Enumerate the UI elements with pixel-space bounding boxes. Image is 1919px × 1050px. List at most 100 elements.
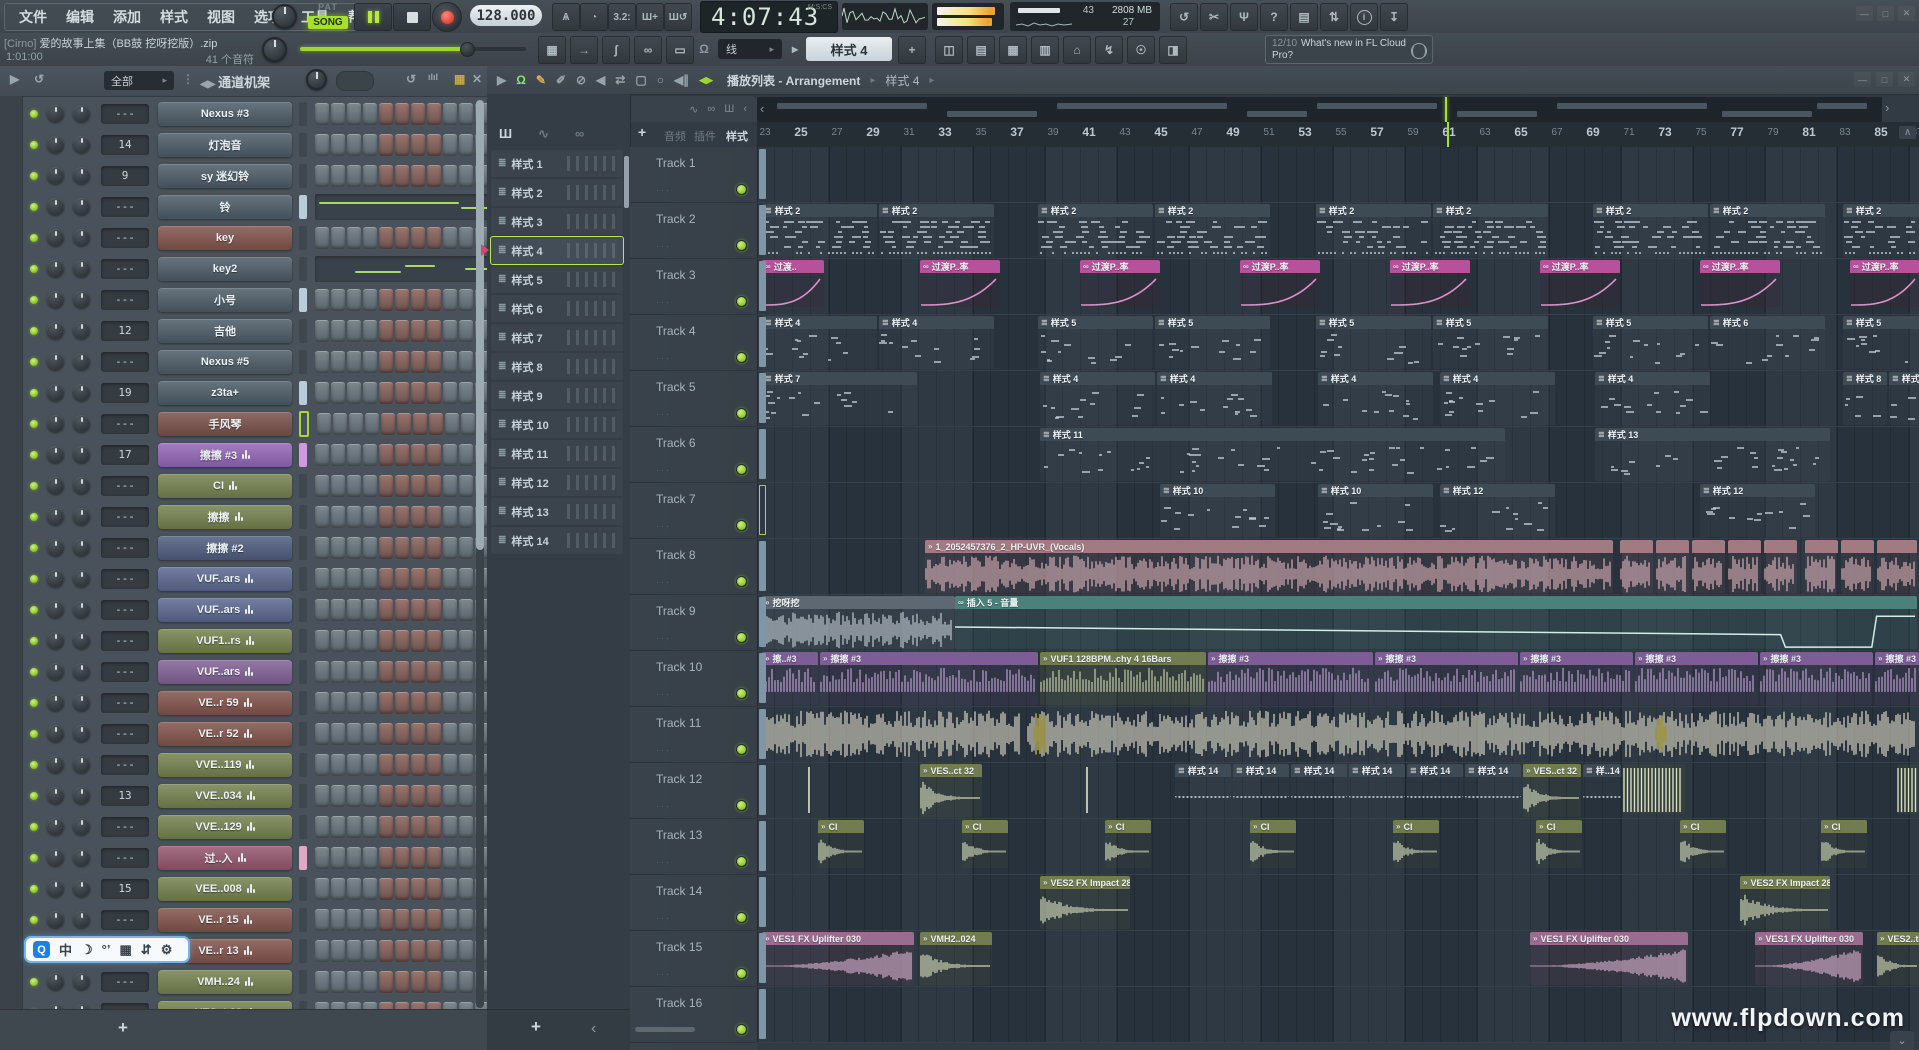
export-icon[interactable]: ↧ (1380, 3, 1408, 31)
scroll-up-icon[interactable]: ∧ (1899, 126, 1916, 139)
channel-target-box[interactable]: 19 (101, 383, 149, 403)
track-arm-icon[interactable] (736, 576, 747, 587)
pan-knob[interactable] (47, 601, 64, 618)
track-header[interactable]: Track 9··· (630, 595, 757, 651)
picker-add-button[interactable]: + (531, 1017, 541, 1037)
step-cell[interactable] (459, 568, 473, 590)
pan-knob[interactable] (47, 570, 64, 587)
step-cell[interactable] (331, 692, 345, 714)
automation-tab-icon[interactable]: ∞ (575, 126, 584, 142)
step-cell[interactable] (315, 444, 329, 466)
pattern-mini-icon[interactable]: Ш (724, 103, 734, 115)
news-banner[interactable]: 12/10What's new in FL Cloud Pro? (1265, 35, 1433, 64)
track-arm-icon[interactable] (736, 968, 747, 979)
step-cell[interactable] (331, 878, 345, 900)
step-cell[interactable] (411, 785, 425, 807)
track-color-strip[interactable] (759, 989, 766, 1039)
channel-led[interactable] (30, 730, 38, 738)
channel-select-strip[interactable] (299, 288, 307, 312)
volume-knob[interactable] (73, 694, 90, 711)
step-cell[interactable] (427, 909, 441, 931)
channel-select-strip[interactable] (299, 598, 307, 622)
channel-target-box[interactable]: --- (101, 538, 149, 558)
volume-knob[interactable] (73, 725, 90, 742)
browser-toggle-icon[interactable]: ⌂ (1063, 36, 1091, 64)
track-lane[interactable]: ≣样式 4≣样式 4≣样式 5≣样式 5≣样式 5≣样式 5≣样式 5≣样式 6… (757, 315, 1919, 371)
step-cell[interactable] (443, 382, 457, 404)
ime-settings-icon[interactable]: ⚙ (161, 942, 173, 958)
step-cell[interactable] (363, 971, 377, 993)
step-sequencer[interactable] (315, 692, 487, 714)
track-lane[interactable]: ≣样式 11≣样式 13 (757, 427, 1919, 483)
step-cell[interactable] (395, 971, 409, 993)
step-sequencer[interactable] (315, 754, 487, 776)
step-cell[interactable] (395, 227, 409, 249)
step-cell[interactable] (427, 351, 441, 373)
step-sequencer[interactable] (315, 382, 487, 404)
rack-swing-box[interactable] (336, 71, 374, 91)
channel-target-box[interactable]: --- (101, 414, 149, 434)
clip-vocal[interactable] (1764, 540, 1797, 593)
delete-icon[interactable]: ⊘ (576, 73, 586, 87)
clip-pat[interactable]: ≣样式 4 (1040, 372, 1155, 425)
track-lane[interactable]: »1_2052457376_2_HP-UVR_(Vocals) (757, 539, 1919, 595)
channel-rack-toggle-icon[interactable]: ▦ (999, 36, 1027, 64)
track-header[interactable]: Track 14··· (630, 875, 757, 931)
draw-icon[interactable]: ✎ (536, 73, 546, 87)
clip-pat[interactable]: ≣样式 5 (1593, 316, 1708, 369)
clip-pat14[interactable]: ≣样式 14 (1465, 764, 1521, 798)
step-cell[interactable] (395, 103, 409, 125)
clip-audP[interactable]: »擦擦 #3 (1875, 652, 1919, 705)
channel-select-strip[interactable] (299, 629, 307, 653)
clip-pat[interactable]: ≣样式 4 (762, 316, 877, 369)
clip-vocal[interactable] (1877, 540, 1917, 593)
step-cell[interactable] (315, 754, 329, 776)
step-cell[interactable] (331, 351, 345, 373)
step-cell[interactable] (395, 940, 409, 962)
link-icon[interactable]: ∞ (634, 36, 662, 64)
track-lane[interactable] (757, 707, 1919, 763)
clip-grayW[interactable]: »挖呀挖 (762, 596, 955, 649)
step-cell[interactable] (315, 103, 329, 125)
clip-pat[interactable]: ≣样式 5 (1843, 316, 1919, 369)
pat-song-switch[interactable]: PAT SONG (306, 2, 350, 30)
clip-autoP[interactable]: ∞过渡P..率 (1850, 260, 1919, 307)
step-cell[interactable] (331, 382, 345, 404)
stop-button[interactable] (393, 3, 431, 31)
clip-stripes[interactable] (1623, 764, 1685, 814)
note-preview[interactable] (315, 256, 487, 282)
ime-punct-icon[interactable]: °’ (102, 942, 111, 957)
step-cell[interactable] (331, 475, 345, 497)
track-lane[interactable]: »擦..#3»擦擦 #3»VUF1 128BPM..chy 4 16Bars»擦… (757, 651, 1919, 707)
note-preview[interactable] (315, 194, 487, 220)
volume-knob[interactable] (73, 477, 90, 494)
channel-led[interactable] (30, 141, 38, 149)
step-cell[interactable] (363, 816, 377, 838)
step-cell[interactable] (395, 630, 409, 652)
menu-文件[interactable]: 文件 (19, 7, 47, 27)
track-lane[interactable]: »VES1 FX Uplifter 030»VMH2..024»VES1 FX … (757, 931, 1919, 987)
step-cell[interactable] (379, 754, 393, 776)
channel-led[interactable] (30, 544, 38, 552)
step-cell[interactable] (315, 878, 329, 900)
channel-select-strip[interactable] (299, 505, 307, 529)
channel-led[interactable] (30, 296, 38, 304)
track-header[interactable]: Track 8··· (630, 539, 757, 595)
pan-knob[interactable] (47, 787, 64, 804)
rack-play-icon[interactable]: ▶ (10, 72, 19, 86)
step-cell[interactable] (443, 661, 457, 683)
channel-select-strip[interactable] (299, 753, 307, 777)
step-edit-icon[interactable]: ▦ (538, 36, 566, 64)
clip-pat[interactable]: ≣样式 10 (1160, 484, 1275, 537)
pan-knob[interactable] (47, 539, 64, 556)
clip-pat14[interactable]: ≣样..14 (1583, 764, 1621, 798)
track-options-dots[interactable]: ··· (656, 801, 671, 811)
step-sequencer[interactable] (315, 103, 487, 125)
loop-record-icon[interactable]: Ш↺ (664, 3, 692, 31)
step-cell[interactable] (395, 692, 409, 714)
plugin-picker-icon[interactable]: ↯ (1095, 36, 1123, 64)
step-sequencer[interactable] (315, 971, 487, 993)
step-cell[interactable] (459, 909, 473, 931)
channel-target-box[interactable]: --- (101, 662, 149, 682)
pattern-item[interactable]: ≣样式 14 (491, 527, 623, 554)
